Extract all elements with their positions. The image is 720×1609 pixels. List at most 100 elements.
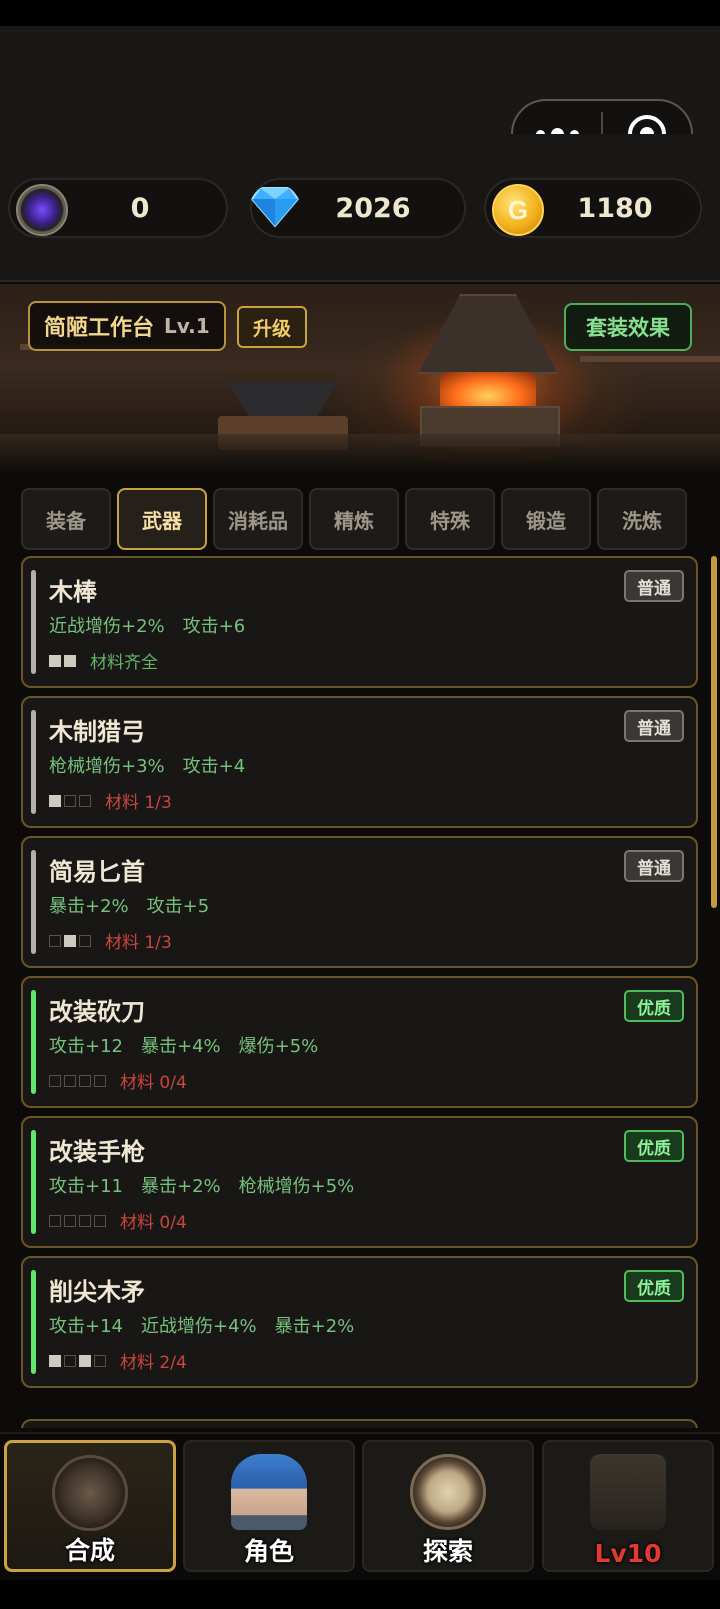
item-stat: 近战增伤+4% bbox=[141, 1316, 257, 1337]
item-stat: 暴击+2% bbox=[274, 1316, 355, 1337]
material-slot-filled bbox=[79, 1354, 91, 1367]
compass-icon bbox=[410, 1454, 486, 1530]
tab-forge[interactable]: 锻造 bbox=[501, 488, 591, 550]
item-stat: 近战增伤+2% bbox=[49, 616, 165, 637]
status-bar bbox=[0, 0, 720, 26]
resource-diamond[interactable]: 2026 bbox=[250, 178, 466, 238]
material-slot-empty bbox=[64, 1354, 76, 1367]
rarity-bar bbox=[31, 710, 36, 814]
set-effect-button[interactable]: 套装效果 bbox=[564, 303, 692, 351]
rarity-bar bbox=[31, 990, 36, 1094]
rarity-badge: 普通 bbox=[624, 710, 684, 742]
workbench-title: 简陋工作台 Lv.1 bbox=[28, 301, 226, 351]
recipe-card[interactable]: 削尖木矛 攻击+14 近战增伤+4% 暴击+2% 材料 2/4 优质 bbox=[21, 1256, 698, 1388]
rarity-bar bbox=[31, 1130, 36, 1234]
recipe-card[interactable]: 改装手枪攻击+11 暴击+2% 枪械增伤+5% 材料 0/4 优质 bbox=[21, 1116, 698, 1248]
resource-bar: 0 2026 G 1180 bbox=[0, 134, 720, 282]
tab-reroll[interactable]: 洗炼 bbox=[597, 488, 687, 550]
nav-character-label: 角色 bbox=[243, 1537, 294, 1566]
material-slot-filled bbox=[49, 794, 61, 807]
rarity-bar bbox=[31, 850, 36, 954]
item-name: 木棒 bbox=[49, 578, 97, 606]
rarity-badge: 优质 bbox=[624, 1270, 684, 1302]
material-slot-empty bbox=[64, 794, 76, 807]
item-stat: 爆伤+5% bbox=[238, 1036, 319, 1057]
recipe-card[interactable]: 木制猎弓 枪械增伤+3% 攻击+4 材料 1/3 普通 bbox=[21, 696, 698, 828]
item-stat: 攻击+4 bbox=[182, 756, 246, 777]
material-slot-empty bbox=[94, 1074, 106, 1087]
item-stat: 攻击+12 bbox=[49, 1036, 123, 1057]
recipe-card[interactable]: 简易匕首 暴击+2% 攻击+5 材料 1/3 普通 bbox=[21, 836, 698, 968]
character-icon bbox=[231, 1454, 307, 1530]
material-slot-empty bbox=[64, 1214, 76, 1227]
item-stats: 攻击+14 近战增伤+4% 暴击+2% bbox=[49, 1312, 354, 1338]
item-stat: 攻击+5 bbox=[146, 896, 210, 917]
item-stats: 暴击+2% 攻击+5 bbox=[49, 892, 209, 918]
resource-gold[interactable]: G 1180 bbox=[484, 178, 702, 238]
tab-weapons[interactable]: 武器 bbox=[117, 488, 207, 550]
material-slots bbox=[49, 794, 91, 807]
material-status: 材料齐全 bbox=[90, 653, 158, 673]
item-stat: 暴击+4% bbox=[141, 1036, 221, 1057]
material-slots bbox=[49, 1074, 106, 1087]
item-stats: 攻击+12 暴击+4% 爆伤+5% bbox=[49, 1032, 318, 1058]
material-status: 材料 2/4 bbox=[120, 1353, 187, 1373]
nav-shop-unlock-level: Lv10 bbox=[594, 1539, 662, 1568]
category-tabs: 装备 武器 消耗品 精炼 特殊 锻造 洗炼 bbox=[21, 488, 689, 550]
material-slot-empty bbox=[49, 934, 61, 947]
upgrade-button[interactable]: 升级 bbox=[237, 306, 307, 348]
item-stat: 枪械增伤+3% bbox=[49, 756, 165, 777]
item-name: 改装砍刀 bbox=[49, 998, 145, 1026]
tab-special[interactable]: 特殊 bbox=[405, 488, 495, 550]
rarity-bar bbox=[31, 1270, 36, 1374]
nav-crafting[interactable]: 合成 bbox=[4, 1440, 176, 1572]
home-indicator-area bbox=[0, 1580, 720, 1609]
list-item-partial[interactable] bbox=[21, 1419, 698, 1428]
workbench-name: 简陋工作台 bbox=[44, 316, 155, 341]
tab-consumables[interactable]: 消耗品 bbox=[213, 488, 303, 550]
nav-crafting-label: 合成 bbox=[64, 1536, 115, 1565]
nav-shop-locked[interactable]: Lv10 bbox=[542, 1440, 714, 1572]
material-slot-filled bbox=[49, 654, 61, 667]
item-stats: 枪械增伤+3% 攻击+4 bbox=[49, 752, 245, 778]
item-name: 木制猎弓 bbox=[49, 718, 145, 746]
material-slot-filled bbox=[64, 654, 76, 667]
material-status: 材料 0/4 bbox=[120, 1073, 187, 1093]
rarity-badge: 优质 bbox=[624, 1130, 684, 1162]
gold-coin-icon: G bbox=[492, 184, 544, 236]
material-slot-empty bbox=[79, 1074, 91, 1087]
recipe-card[interactable]: 改装砍刀攻击+12 暴击+4% 爆伤+5% 材料 0/4 优质 bbox=[21, 976, 698, 1108]
rarity-badge: 优质 bbox=[624, 990, 684, 1022]
material-slot-empty bbox=[49, 1214, 61, 1227]
workbench-level: Lv.1 bbox=[164, 314, 210, 338]
list-scrollbar[interactable] bbox=[711, 556, 717, 908]
rarity-bar bbox=[31, 570, 36, 674]
material-slot-empty bbox=[49, 1074, 61, 1087]
material-status: 材料 0/4 bbox=[120, 1213, 187, 1233]
material-slot-empty bbox=[79, 934, 91, 947]
material-slot-empty bbox=[94, 1214, 106, 1227]
recipe-list[interactable]: 木棒 近战增伤+2% 攻击+6 材料齐全 普通 木制猎弓 枪械增伤+3% 攻击+4 材料 1/3… bbox=[21, 556, 699, 1428]
item-stat: 暴击+2% bbox=[141, 1176, 221, 1197]
tab-refine[interactable]: 精炼 bbox=[309, 488, 399, 550]
nav-character[interactable]: 角色 bbox=[183, 1440, 355, 1572]
item-name: 改装手枪 bbox=[49, 1138, 145, 1166]
material-slot-empty bbox=[64, 1074, 76, 1087]
nav-explore-label: 探索 bbox=[422, 1537, 473, 1566]
purple-orb-icon bbox=[16, 184, 68, 236]
nav-explore[interactable]: 探索 bbox=[362, 1440, 534, 1572]
material-slot-filled bbox=[49, 1354, 61, 1367]
material-slots bbox=[49, 1214, 106, 1227]
material-slot-empty bbox=[79, 794, 91, 807]
item-stats: 攻击+11 暴击+2% 枪械增伤+5% bbox=[49, 1172, 354, 1198]
item-stat: 攻击+11 bbox=[49, 1176, 123, 1197]
item-stat: 枪械增伤+5% bbox=[238, 1176, 355, 1197]
recipe-card[interactable]: 木棒 近战增伤+2% 攻击+6 材料齐全 普通 bbox=[21, 556, 698, 688]
item-stat: 攻击+6 bbox=[182, 616, 246, 637]
tab-equipment[interactable]: 装备 bbox=[21, 488, 111, 550]
item-name: 简易匕首 bbox=[49, 858, 145, 886]
item-stats: 近战增伤+2% 攻击+6 bbox=[49, 612, 245, 638]
item-name: 削尖木矛 bbox=[49, 1278, 145, 1306]
material-slots bbox=[49, 934, 91, 947]
resource-purple-orb[interactable]: 0 bbox=[8, 178, 228, 238]
